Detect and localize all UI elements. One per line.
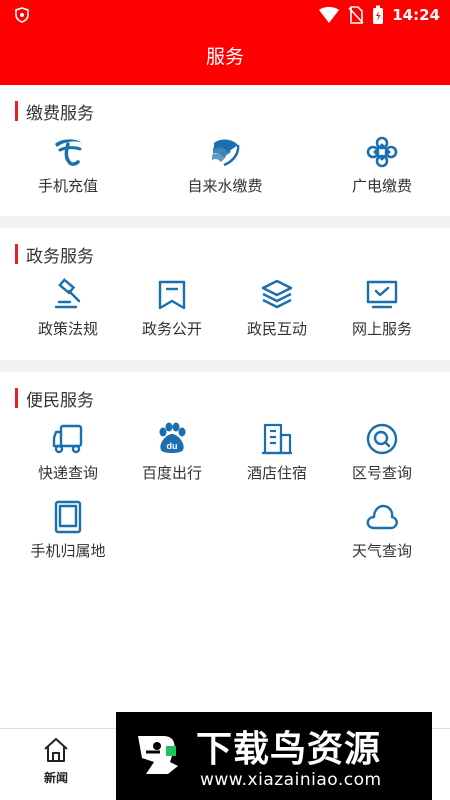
- service-item-gov-public[interactable]: 政务公开: [122, 278, 222, 348]
- nav-item-label: 新闻: [43, 771, 68, 785]
- truck-icon: [52, 424, 83, 454]
- service-item-baidu-travel[interactable]: du 百度出行: [122, 422, 222, 492]
- service-item-express[interactable]: 快递查询: [18, 422, 118, 492]
- monitor-check-icon: [366, 280, 398, 309]
- building-icon: [262, 423, 292, 455]
- service-item-label: 天气查询: [351, 542, 412, 560]
- section-header: 缴费服务: [15, 101, 94, 124]
- watermark-banner: 下载鸟资源 www.xiazainiao.com: [116, 712, 432, 800]
- service-item-label: 酒店住宿: [246, 464, 307, 482]
- shield-icon: [15, 7, 29, 23]
- page-title: 服务: [0, 30, 450, 85]
- service-item-label: 自来水缴费: [187, 177, 263, 195]
- wifi-icon: [319, 7, 340, 23]
- battery-icon: [373, 5, 384, 24]
- service-item-label: 政务公开: [141, 320, 202, 338]
- layers-icon: [261, 279, 293, 309]
- watermark-title: 下载鸟资源: [196, 729, 382, 770]
- section-title: 政务服务: [26, 246, 94, 267]
- section-convenience: 便民服务 快递查询 du 百度出行 酒店住宿 区号查询 手机归属地 天气查询: [0, 372, 450, 728]
- service-item-cable-bill[interactable]: 广电缴费: [332, 135, 432, 205]
- section-header: 政务服务: [15, 244, 94, 267]
- service-item-online-service[interactable]: 网上服务: [332, 278, 432, 348]
- service-item-label: 广电缴费: [351, 177, 412, 195]
- home-icon: [44, 738, 68, 762]
- china-mobile-icon: [212, 139, 240, 167]
- service-item-label: 政策法规: [37, 320, 98, 338]
- service-item-phone-location[interactable]: 手机归属地: [18, 500, 118, 570]
- status-bar: 14:24: [0, 0, 450, 30]
- service-item-area-code[interactable]: 区号查询: [332, 422, 432, 492]
- service-item-label: 快递查询: [37, 464, 98, 482]
- section-divider: [0, 360, 450, 372]
- service-item-policy[interactable]: 政策法规: [18, 278, 118, 348]
- tablet-icon: [54, 500, 82, 534]
- service-item-label: 手机充值: [37, 177, 98, 195]
- china-unicom-icon: [366, 136, 398, 168]
- service-item-label: 政民互动: [246, 320, 307, 338]
- service-item-weather[interactable]: 天气查询: [332, 500, 432, 570]
- service-item-water-bill[interactable]: 自来水缴费: [175, 135, 275, 205]
- section-accent-bar: [15, 101, 18, 121]
- service-item-interaction[interactable]: 政民互动: [227, 278, 327, 348]
- bookmark-icon: [158, 280, 186, 310]
- section-accent-bar: [15, 388, 18, 408]
- section-payment: 缴费服务 手机充值 自来水缴费 广电缴费: [0, 85, 450, 216]
- status-time: 14:24: [392, 6, 440, 24]
- service-item-mobile-recharge[interactable]: 手机充值: [18, 135, 118, 205]
- bird-logo-icon: [126, 724, 188, 786]
- service-item-label: 网上服务: [351, 320, 412, 338]
- section-header: 便民服务: [15, 388, 94, 411]
- service-item-hotel[interactable]: 酒店住宿: [227, 422, 327, 492]
- section-government: 政务服务 政策法规 政务公开 政民互动 网上服务: [0, 228, 450, 360]
- section-accent-bar: [15, 244, 18, 264]
- svg-text:du: du: [167, 441, 178, 451]
- service-item-label: 百度出行: [141, 464, 202, 482]
- service-item-label: 手机归属地: [30, 542, 106, 560]
- section-title: 缴费服务: [26, 103, 94, 124]
- baidu-paw-icon: du: [159, 422, 186, 453]
- nav-item-news[interactable]: 新闻: [28, 737, 84, 786]
- china-telecom-icon: [55, 139, 82, 166]
- search-circle-icon: [366, 423, 398, 455]
- section-title: 便民服务: [26, 390, 94, 411]
- section-divider: [0, 216, 450, 228]
- service-item-label: 区号查询: [351, 464, 412, 482]
- gavel-icon: [54, 278, 81, 309]
- no-sim-icon: [348, 6, 364, 24]
- watermark-url: www.xiazainiao.com: [200, 770, 382, 790]
- cloud-icon: [366, 504, 398, 530]
